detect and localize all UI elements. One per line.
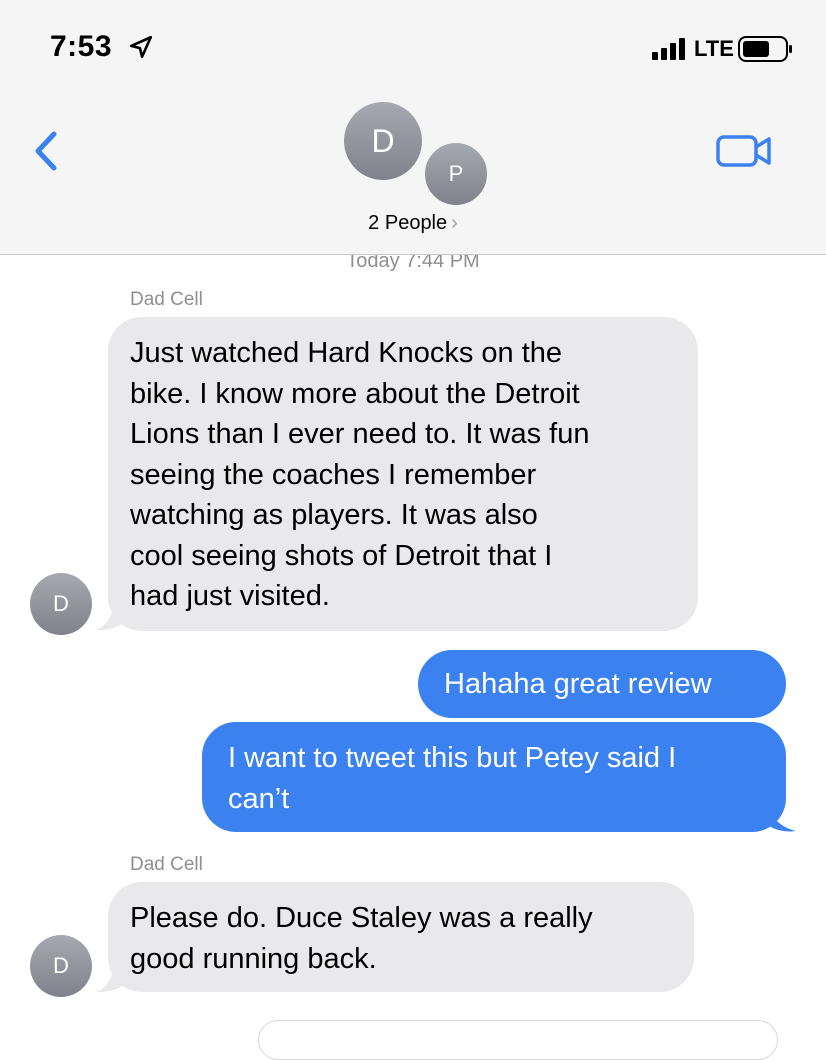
message-line: I want to tweet this but Petey said I [228,742,677,774]
message-line: can’t [228,782,290,815]
message-line: cool seeing shots of Detroit that I [130,539,553,572]
outgoing-message-bubble[interactable]: Hahaha great review [418,650,786,718]
location-arrow-icon [129,35,153,59]
network-type: LTE [694,36,734,61]
message-line: had just visited. [130,580,330,612]
sender-avatar[interactable]: D [30,935,92,997]
sender-avatar[interactable]: D [30,573,92,635]
group-avatar-secondary[interactable]: P [422,140,490,208]
group-title: 2 People [368,212,448,234]
message-line: Lions than I ever need to. It was fun [130,418,590,450]
battery-icon [738,36,792,62]
back-chevron-icon[interactable] [30,128,64,174]
group-details-button[interactable]: 2 People › [0,212,826,235]
signal-strength-icon [652,38,685,60]
message-line: Hahaha great review [444,668,712,700]
status-time: 7:53 [50,30,113,63]
incoming-message-bubble[interactable]: Just watched Hard Knocks on the bike. I … [108,317,698,631]
message-line: good running back. [130,942,377,975]
video-call-icon[interactable] [714,132,774,170]
partial-message-bubble [258,1020,778,1060]
message-line: Please do. Duce Staley was a really [130,902,593,934]
group-avatar-primary[interactable]: D [342,100,424,182]
conversation-header: 7:53 LTE D P 2 People › [0,0,826,255]
sender-name: Dad Cell [130,854,203,875]
message-line: bike. I know more about the Detroit [130,377,580,410]
message-line: Just watched Hard Knocks on the [130,337,563,369]
incoming-message-bubble[interactable]: Please do. Duce Staley was a really good… [108,882,694,992]
message-line: watching as players. It was also [130,499,538,531]
outgoing-message-bubble[interactable]: I want to tweet this but Petey said I ca… [202,722,786,832]
sender-name: Dad Cell [130,289,203,310]
message-line: seeing the coaches I remember [130,458,537,491]
chevron-right-icon: › [451,212,458,234]
